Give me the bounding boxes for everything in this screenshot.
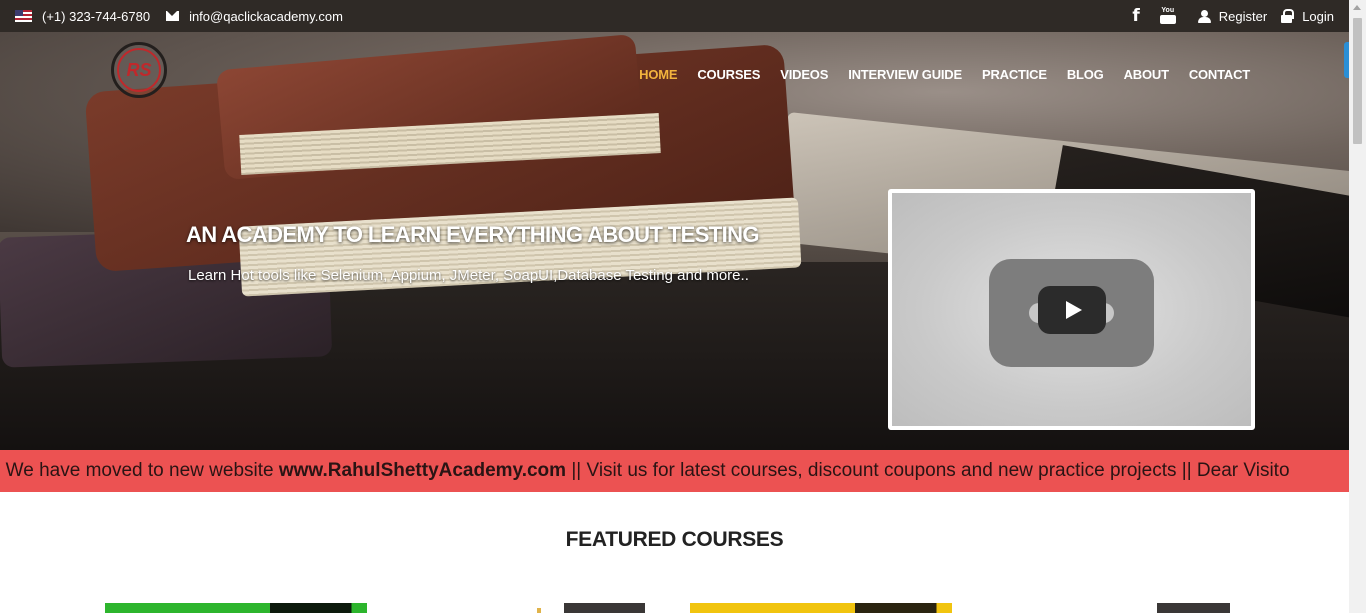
page-scrollbar[interactable] [1349, 0, 1366, 613]
hero-title: AN ACADEMY TO LEARN EVERYTHING ABOUT TES… [186, 222, 760, 247]
youtube-icon[interactable]: You [1159, 7, 1176, 25]
video-player[interactable] [888, 189, 1255, 430]
nav-courses[interactable]: COURSES [697, 67, 760, 82]
nav-interview-guide[interactable]: INTERVIEW GUIDE [848, 67, 962, 82]
course-card[interactable] [105, 603, 367, 613]
nav-contact[interactable]: CONTACT [1189, 67, 1250, 82]
phone-number: (+1) 323-744-6780 [42, 8, 151, 24]
register-link[interactable]: Register [1219, 9, 1267, 24]
facebook-icon[interactable]: f [1132, 6, 1139, 26]
top-bar: (+1) 323-744-6780 info@qaclickacademy.co… [0, 0, 1349, 32]
login-link[interactable]: Login [1302, 9, 1334, 24]
nav-blog[interactable]: BLOG [1067, 67, 1104, 82]
nav-about[interactable]: ABOUT [1124, 67, 1169, 82]
course-card[interactable] [690, 603, 952, 613]
main-nav: HOME COURSES VIDEOS INTERVIEW GUIDE PRAC… [619, 67, 1250, 82]
logo-text: RS [117, 48, 161, 92]
us-flag-icon [15, 10, 32, 22]
email-address: info@qaclickacademy.com [189, 8, 343, 24]
marquee-link[interactable]: www.RahulShettyAcademy.com [279, 460, 566, 481]
scroll-thumb[interactable] [1353, 18, 1362, 144]
nav-home[interactable]: HOME [639, 67, 677, 82]
nav-videos[interactable]: VIDEOS [780, 67, 828, 82]
scroll-up-arrow-icon[interactable] [1353, 5, 1361, 10]
page: (+1) 323-744-6780 info@qaclickacademy.co… [0, 0, 1349, 613]
hero-banner: RS HOME COURSES VIDEOS INTERVIEW GUIDE P… [0, 32, 1349, 450]
hero-subtitle: Learn Hot tools like Selenium, Appium, J… [188, 267, 749, 284]
lock-icon [1281, 9, 1295, 23]
user-icon [1197, 9, 1211, 23]
announcement-marquee: tor, We have moved to new website www.Ra… [0, 450, 1349, 492]
site-logo[interactable]: RS [111, 42, 167, 98]
course-card[interactable] [564, 603, 645, 613]
nav-practice[interactable]: PRACTICE [982, 67, 1047, 82]
marquee-prefix: tor, We have moved to new website [0, 460, 279, 481]
envelope-icon [166, 11, 180, 21]
contact-info: (+1) 323-744-6780 info@qaclickacademy.co… [15, 0, 343, 32]
marquee-suffix: || Visit us for latest courses, discount… [566, 460, 1290, 481]
featured-courses-heading: FEATURED COURSES [565, 528, 784, 551]
play-icon[interactable] [1038, 286, 1106, 334]
course-card[interactable] [1157, 603, 1230, 613]
top-actions: f You Register Login [1132, 0, 1334, 32]
